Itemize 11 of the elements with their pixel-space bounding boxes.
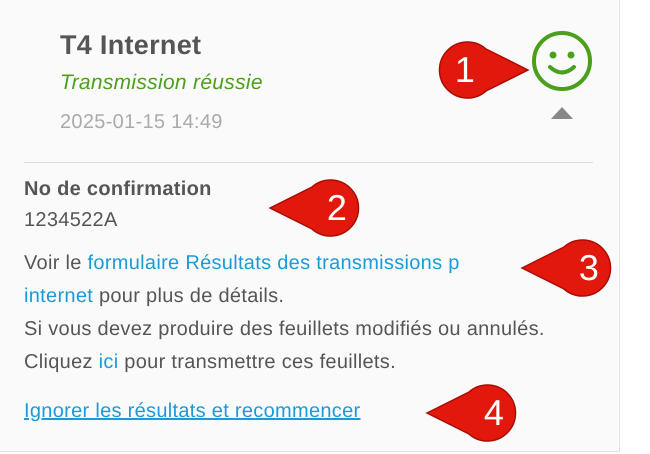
inline-link[interactable]: formulaire Résultats des transmissions p	[88, 252, 460, 274]
status-text: Transmission réussie	[60, 70, 263, 96]
inline-link[interactable]: internet	[24, 285, 94, 307]
timestamp: 2025-01-15 14:49	[60, 110, 224, 135]
confirmation-number: 1234522A	[24, 208, 118, 233]
inline-link[interactable]: ici	[98, 351, 118, 373]
card-title: T4 Internet	[60, 30, 202, 60]
info-paragraph: Si vous devez produire des feuillets modifiés ou annulés. Cliquez ici pour transmettre ces feuillets.	[24, 317, 546, 375]
confirmation-label: No de confirmation	[24, 177, 213, 202]
smiley-icon	[531, 30, 593, 92]
restart-link[interactable]: Ignorer les résultats et recommencer	[24, 395, 360, 427]
